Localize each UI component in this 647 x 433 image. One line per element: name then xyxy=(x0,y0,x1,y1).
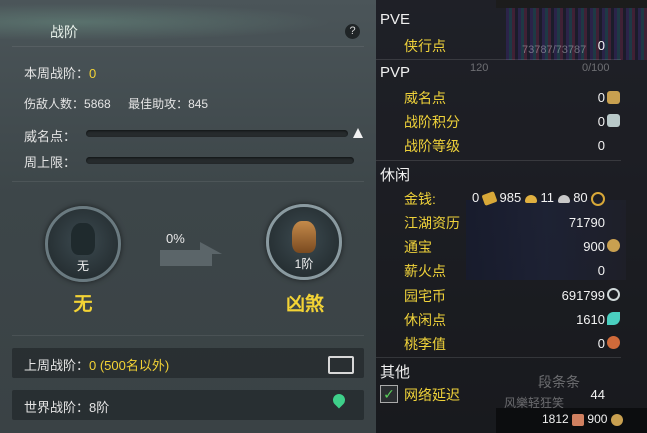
panel-title: 战阶 xyxy=(50,24,78,40)
divider xyxy=(12,46,364,47)
jianghu-label: 江湖资历 xyxy=(404,215,460,231)
taoli-value: 0 xyxy=(597,336,605,351)
current-rank-level: 无 xyxy=(76,259,89,273)
tongbao-label: 通宝 xyxy=(404,239,432,255)
bg-ratio-text: 0/100 xyxy=(582,62,610,74)
jianghu-value: 71790 xyxy=(568,215,605,230)
assist-label: 最佳助攻： xyxy=(128,97,189,111)
pve-value: 0 xyxy=(597,38,605,53)
section-other: 其他 xyxy=(380,364,411,381)
world-rank: 世界战阶：8阶 xyxy=(24,397,109,416)
bg-level-text: 120 xyxy=(470,62,489,74)
prestige-label: 威名点： xyxy=(24,129,77,144)
copper-ingot-icon xyxy=(557,194,570,203)
top-strip xyxy=(496,0,647,8)
bg-hp-text: 73787/73787 xyxy=(522,44,587,56)
gold-ingot-icon xyxy=(481,191,498,206)
leisure-point-label: 休闲点 xyxy=(404,312,446,328)
peach-icon xyxy=(607,336,620,349)
kill-stats: 伤敌人数：5868 最佳助攻：845 xyxy=(24,95,208,112)
pvp-level-value: 0 xyxy=(597,138,605,153)
prestige-icon xyxy=(607,91,620,104)
cap-marker-icon xyxy=(353,128,363,138)
current-rank-medal: 无 xyxy=(45,206,121,282)
next-rank-medal: 1阶 xyxy=(266,204,342,280)
section-leisure: 休闲 xyxy=(380,167,411,184)
help-icon[interactable]: ? xyxy=(345,24,360,39)
bottom-count-1: 1812 xyxy=(542,412,569,426)
divider xyxy=(376,160,621,161)
currency-panel: 73787/73787 120 0/100 段条条 风樂轻狂笑 PVE 侠行点 … xyxy=(376,0,647,433)
leisure-point-value: 1610 xyxy=(576,312,605,327)
bg-sign-text: 段条条 xyxy=(538,374,580,390)
world-rank-label: 世界战阶： xyxy=(24,400,90,415)
pvp-score-value: 0 xyxy=(597,114,605,129)
kills-value: 5868 xyxy=(84,97,111,111)
pve-label: 侠行点 xyxy=(404,38,446,54)
war-rank-panel: 战阶 ? 本周战阶：0 伤敌人数：5868 最佳助攻：845 威名点： 周上限：… xyxy=(0,0,376,433)
tongbao-coin-icon xyxy=(607,239,620,252)
pvp-level-label: 战阶等级 xyxy=(404,138,460,154)
divider xyxy=(12,181,364,182)
kills-label: 伤敌人数： xyxy=(24,97,85,111)
pvp-prestige-label: 威名点 xyxy=(404,90,446,106)
score-icon xyxy=(607,114,620,127)
tongbao-value: 900 xyxy=(583,239,605,254)
bottom-counters: 1812 900 xyxy=(542,412,623,426)
copper1-value: 11 xyxy=(540,190,554,205)
reward-chest-icon[interactable] xyxy=(328,356,354,374)
prestige-bar xyxy=(86,130,348,137)
pvp-prestige-value: 0 xyxy=(597,90,605,105)
coin-icon xyxy=(591,191,606,206)
money-values: 0 985 11 80 xyxy=(472,190,606,206)
silver-ingot-icon xyxy=(524,194,537,203)
silver-value: 985 xyxy=(499,190,522,205)
arrow-head-icon xyxy=(200,242,222,254)
divider xyxy=(376,59,621,60)
last-week-value: 0 (500名以外) xyxy=(89,358,170,373)
rank-figure-icon xyxy=(71,223,95,255)
section-pvp: PVP xyxy=(380,64,411,81)
progress-percent: 0% xyxy=(166,231,185,246)
character-icon xyxy=(572,413,585,426)
weekly-cap-bar xyxy=(86,157,354,164)
copper2-value: 80 xyxy=(573,190,588,205)
world-rank-value: 8阶 xyxy=(89,400,110,415)
weekly-cap-label: 周上限： xyxy=(24,155,77,170)
weekly-rank-value: 0 xyxy=(89,66,97,81)
latency-value: 44 xyxy=(590,387,605,402)
current-rank-name: 无 xyxy=(73,294,93,315)
latency-checkbox[interactable]: ✓ xyxy=(380,385,398,403)
weekly-rank: 本周战阶：0 xyxy=(24,63,96,82)
garden-coin-label: 园宅币 xyxy=(404,288,446,304)
next-rank-level: 1阶 xyxy=(294,257,314,271)
garden-coin-icon xyxy=(607,288,620,301)
next-rank-name: 凶煞 xyxy=(285,294,324,315)
xinhuo-label: 薪火点 xyxy=(404,263,446,279)
gold-value: 0 xyxy=(472,190,480,205)
xinhuo-value: 0 xyxy=(597,263,605,278)
divider xyxy=(376,357,621,358)
bottom-count-2: 900 xyxy=(587,412,608,426)
latency-label: 网络延迟 xyxy=(404,387,460,403)
section-pve: PVE xyxy=(380,11,411,28)
weekly-rank-label: 本周战阶： xyxy=(24,66,90,81)
last-week-rank: 上周战阶：0 (500名以外) xyxy=(24,355,169,374)
garden-coin-value: 691799 xyxy=(561,288,605,303)
pvp-score-label: 战阶积分 xyxy=(404,114,460,130)
assist-value: 845 xyxy=(188,97,209,111)
divider xyxy=(12,335,364,336)
taoli-label: 桃李值 xyxy=(404,336,446,352)
money-label: 金钱: xyxy=(404,191,436,207)
last-week-label: 上周战阶： xyxy=(24,358,90,373)
leaf-icon xyxy=(607,312,620,325)
rank-figure-icon xyxy=(292,221,316,253)
tongbao-coin-icon xyxy=(610,413,623,426)
